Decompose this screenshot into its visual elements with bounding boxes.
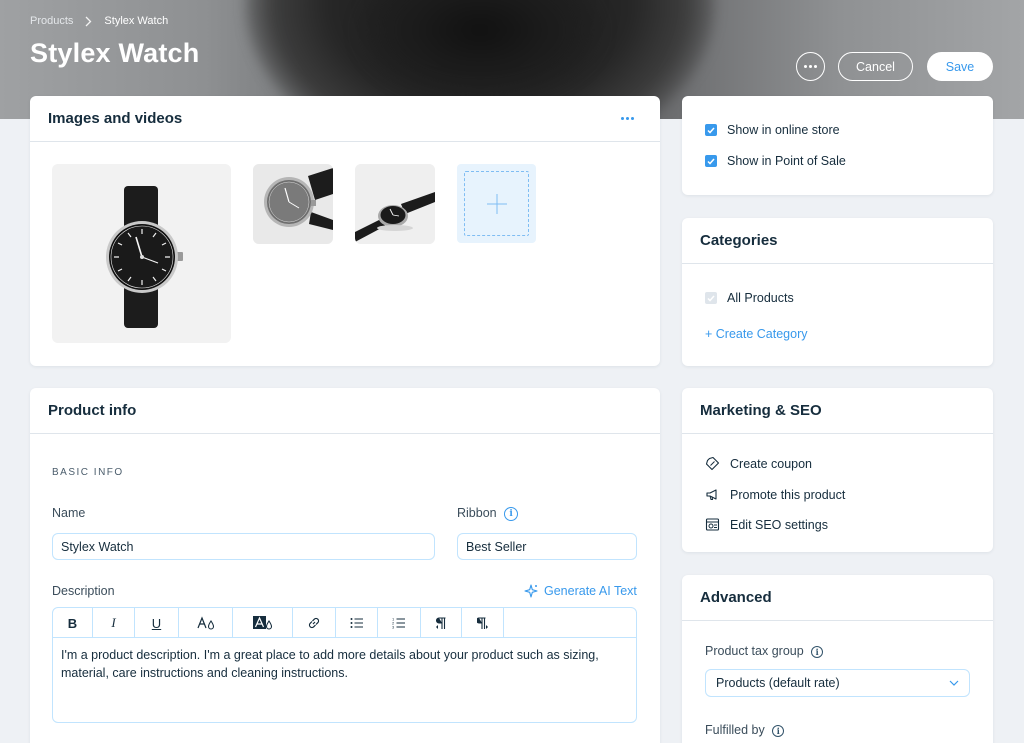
tax-group-value: Products (default rate): [716, 676, 840, 690]
link-button[interactable]: [293, 608, 336, 638]
watch-side-image: [253, 164, 333, 244]
breadcrumb: Products Stylex Watch: [30, 15, 168, 27]
text-color-button[interactable]: [179, 608, 233, 638]
edit-seo-settings-label: Edit SEO settings: [730, 517, 828, 532]
fulfilled-by-label: Fulfilled by: [705, 723, 765, 737]
description-editor[interactable]: B I U 1 2 3 I'm a product description. I…: [52, 607, 637, 723]
text-color-icon: [196, 616, 214, 630]
categories-title: Categories: [700, 232, 778, 249]
coupon-icon: [705, 456, 720, 471]
description-text[interactable]: I'm a product description. I'm a great p…: [53, 638, 636, 690]
create-category-link[interactable]: + Create Category: [705, 327, 807, 341]
promote-product-link[interactable]: Promote this product: [705, 487, 845, 502]
generate-ai-text-label: Generate AI Text: [544, 584, 637, 598]
breadcrumb-current: Stylex Watch: [104, 15, 169, 27]
product-info-header: Product info: [30, 388, 660, 434]
images-card-title: Images and videos: [48, 110, 183, 127]
more-icon: [804, 65, 817, 68]
generate-ai-text-link[interactable]: Generate AI Text: [524, 584, 637, 598]
sparkle-icon: [524, 584, 538, 598]
tax-group-label-row: Product tax group i: [705, 644, 824, 658]
marketing-title: Marketing & SEO: [700, 402, 822, 419]
all-products-category: All Products: [705, 291, 794, 305]
create-coupon-label: Create coupon: [730, 456, 813, 471]
info-icon[interactable]: i: [504, 506, 519, 521]
create-coupon-link[interactable]: Create coupon: [705, 456, 812, 471]
chevron-right-icon: [85, 16, 92, 26]
basic-info-label: BASIC INFO: [52, 467, 124, 478]
advanced-header: Advanced: [682, 575, 993, 621]
cancel-button[interactable]: Cancel: [838, 52, 913, 81]
main-product-image[interactable]: [52, 164, 231, 343]
megaphone-icon: [706, 489, 717, 500]
underline-glyph: U: [151, 615, 162, 631]
watch-front-image: [106, 186, 183, 328]
tax-group-label: Product tax group: [705, 644, 804, 658]
link-icon: [308, 617, 320, 629]
checkbox-checked-icon: [705, 124, 717, 136]
watch-flat-image: [355, 164, 435, 244]
description-label: Description: [52, 584, 115, 598]
images-more-icon[interactable]: [621, 117, 634, 120]
show-online-store-label: Show in online store: [727, 123, 840, 137]
italic-glyph: I: [111, 615, 116, 630]
fulfilled-by-label-row: Fulfilled by i: [705, 723, 785, 737]
seo-settings-icon: [705, 518, 720, 531]
highlight-color-button[interactable]: [233, 608, 293, 638]
marketing-header: Marketing & SEO: [682, 388, 993, 434]
product-image-thumb-side[interactable]: [253, 164, 333, 244]
underline-button[interactable]: U: [135, 608, 179, 638]
show-online-store-toggle[interactable]: Show in online store: [705, 123, 840, 137]
svg-text:3: 3: [392, 625, 395, 630]
bulleted-list-button[interactable]: [336, 608, 378, 638]
checkbox-disabled-icon: [705, 292, 717, 304]
product-info-title: Product info: [48, 402, 137, 419]
all-products-label: All Products: [727, 291, 794, 305]
bulleted-list-icon: [350, 618, 363, 628]
more-actions-button[interactable]: [796, 52, 825, 81]
page-title: Stylex Watch: [30, 38, 200, 68]
numbered-list-button[interactable]: 1 2 3: [378, 608, 421, 638]
text-direction-ltr-icon: [435, 616, 446, 629]
tax-group-select[interactable]: Products (default rate): [705, 669, 970, 697]
numbered-list-icon: 1 2 3: [392, 617, 405, 630]
ribbon-input[interactable]: Best Seller: [457, 533, 637, 560]
promote-product-label: Promote this product: [730, 487, 846, 502]
text-direction-rtl-icon: [476, 616, 488, 629]
info-icon[interactable]: i: [811, 645, 824, 658]
ribbon-label-row: Ribbon i: [457, 506, 519, 521]
visibility-card: [682, 96, 993, 195]
highlight-icon: [252, 616, 272, 630]
advanced-card: Advanced: [682, 575, 993, 743]
chevron-down-icon: [949, 680, 959, 686]
advanced-title: Advanced: [700, 589, 772, 606]
save-button[interactable]: Save: [927, 52, 993, 81]
show-point-of-sale-label: Show in Point of Sale: [727, 154, 846, 168]
italic-button[interactable]: I: [93, 608, 135, 638]
breadcrumb-products-link[interactable]: Products: [30, 15, 73, 27]
bold-button[interactable]: B: [53, 608, 93, 638]
name-label: Name: [52, 506, 86, 520]
add-media-dropzone: [464, 171, 529, 236]
ribbon-label: Ribbon: [457, 506, 497, 520]
ltr-direction-button[interactable]: [421, 608, 462, 638]
categories-header: Categories: [682, 218, 993, 264]
name-input[interactable]: Stylex Watch: [52, 533, 435, 560]
rtl-direction-button[interactable]: [462, 608, 504, 638]
images-card-header: Images and videos: [30, 96, 660, 142]
edit-seo-settings-link[interactable]: Edit SEO settings: [705, 517, 828, 532]
add-media-button[interactable]: [457, 164, 536, 243]
bold-glyph: B: [67, 615, 78, 631]
editor-toolbar: B I U 1 2 3: [53, 608, 636, 638]
show-point-of-sale-toggle[interactable]: Show in Point of Sale: [705, 154, 846, 168]
info-icon[interactable]: i: [772, 724, 785, 737]
plus-icon: [486, 193, 507, 214]
product-image-thumb-flat[interactable]: [355, 164, 435, 244]
checkbox-checked-icon: [705, 155, 717, 167]
